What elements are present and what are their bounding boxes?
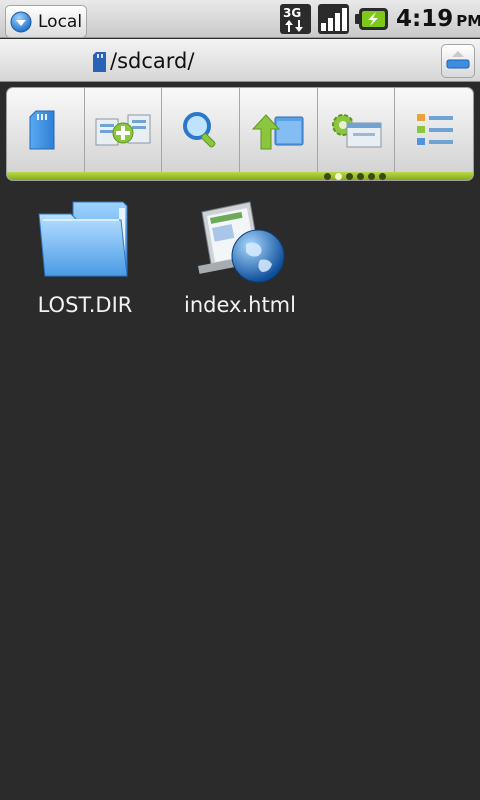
location-dropdown-button[interactable]: Local (5, 5, 87, 38)
svg-text:3G: 3G (283, 6, 301, 20)
sdcard-icon (29, 110, 55, 150)
list-view-icon (417, 114, 454, 145)
page-dot (368, 173, 375, 180)
up-directory-button[interactable] (240, 88, 318, 172)
gear-window-icon (332, 114, 382, 148)
battery-charging-icon (355, 8, 388, 30)
folder-icon (38, 201, 128, 277)
chevron-down-icon (10, 11, 32, 32)
add-files-icon (95, 114, 151, 146)
toolbar-page-indicator (324, 172, 386, 180)
page-dot (357, 173, 364, 180)
web-page-globe-icon (198, 201, 285, 283)
search-button[interactable] (162, 88, 241, 172)
file-item-lost-dir[interactable]: LOST.DIR (10, 198, 160, 333)
3g-data-icon: 3G (280, 4, 311, 34)
file-name: LOST.DIR (37, 293, 133, 317)
collapse-toolbar-button[interactable] (441, 44, 475, 78)
new-file-button[interactable] (85, 88, 163, 172)
toolbar-accent-bar (7, 172, 473, 180)
view-mode-button[interactable] (395, 88, 473, 172)
sdcard-small-icon (93, 52, 106, 72)
path-bar (0, 39, 480, 82)
settings-button[interactable] (318, 88, 396, 172)
clock: 4:19 PM (396, 6, 480, 32)
page-dot (379, 173, 386, 180)
sdcard-button[interactable] (7, 88, 85, 172)
file-name: index.html (184, 293, 296, 317)
folder-up-icon (252, 114, 304, 150)
signal-strength-icon (318, 4, 349, 34)
toolbar (6, 87, 474, 181)
page-dot (346, 173, 353, 180)
page-dot-active (335, 173, 342, 180)
current-path: /sdcard/ (110, 49, 195, 73)
page-dot (324, 173, 331, 180)
collapse-icon (446, 51, 470, 69)
magnifier-icon (182, 112, 216, 148)
file-item-index-html[interactable]: index.html (165, 198, 315, 333)
location-label: Local (38, 11, 83, 32)
